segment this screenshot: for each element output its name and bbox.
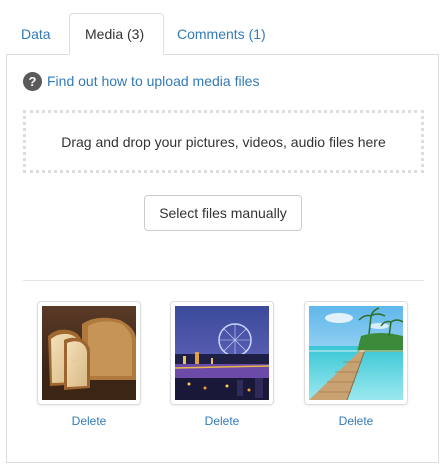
- drop-zone-text: Drag and drop your pictures, videos, aud…: [61, 133, 386, 150]
- question-circle-icon[interactable]: ?: [23, 71, 42, 91]
- help-row: ? Find out how to upload media files: [23, 71, 259, 91]
- select-files-button[interactable]: Select files manually: [144, 195, 302, 231]
- media-thumbnail-frame[interactable]: [170, 301, 274, 405]
- london-eye-night-photo: [175, 306, 269, 400]
- delete-media-link[interactable]: Delete: [304, 414, 408, 428]
- tropical-pier-photo: [309, 306, 403, 400]
- tab-data[interactable]: Data: [6, 13, 66, 55]
- divider: [23, 280, 424, 281]
- tab-media[interactable]: Media (3): [69, 13, 164, 55]
- tab-comments[interactable]: Comments (1): [162, 13, 281, 55]
- upload-help-link[interactable]: Find out how to upload media files: [47, 73, 259, 89]
- drop-zone[interactable]: Drag and drop your pictures, videos, aud…: [23, 110, 424, 173]
- media-item: Delete: [37, 301, 141, 428]
- delete-media-link[interactable]: Delete: [37, 414, 141, 428]
- bread-photo: [42, 306, 136, 400]
- media-thumbnail-frame[interactable]: [304, 301, 408, 405]
- tab-bar: Data Media (3) Comments (1): [6, 13, 439, 55]
- media-item: Delete: [170, 301, 274, 428]
- media-panel: ? Find out how to upload media files Dra…: [6, 54, 439, 463]
- delete-media-link[interactable]: Delete: [170, 414, 274, 428]
- media-thumbnail-frame[interactable]: [37, 301, 141, 405]
- media-item: Delete: [304, 301, 408, 428]
